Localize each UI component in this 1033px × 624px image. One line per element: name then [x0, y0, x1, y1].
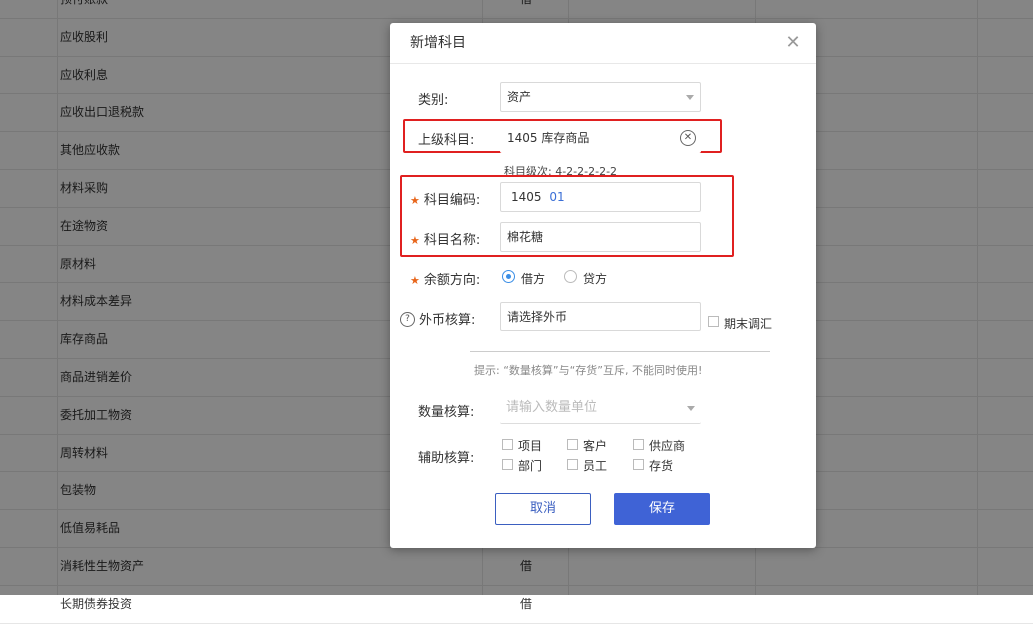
aux-project-checkbox[interactable] — [502, 439, 513, 450]
code-suffix: 01 — [549, 190, 565, 204]
code-label: ★ 科目编码: — [410, 193, 481, 208]
cancel-button[interactable]: 取消 — [495, 493, 591, 525]
quantity-label: 数量核算: — [418, 405, 475, 420]
divider — [470, 351, 770, 352]
parent-account-value: 1405 库存商品 — [507, 131, 590, 145]
period-end-checkbox[interactable] — [708, 316, 719, 327]
category-label: 类别: — [418, 93, 449, 108]
aux-customer-checkbox[interactable] — [567, 439, 578, 450]
radio-debit-label: 借方 — [521, 272, 546, 286]
aux-employee-label: 员工 — [583, 459, 608, 473]
aux-supplier-checkbox[interactable] — [633, 439, 644, 450]
name-label: ★ 科目名称: — [410, 233, 481, 248]
aux-project-label: 项目 — [518, 439, 543, 453]
exclusive-hint: 提示: “数量核算”与“存货”互斥, 不能同时使用! — [474, 364, 703, 377]
category-select[interactable]: 资产 — [500, 82, 701, 112]
currency-select[interactable]: 请选择外币 — [500, 302, 701, 331]
required-star-icon: ★ — [410, 274, 420, 287]
close-icon[interactable]: ✕ — [784, 34, 802, 52]
aux-department-label: 部门 — [518, 459, 543, 473]
category-value: 资产 — [507, 90, 532, 104]
aux-inventory-label: 存货 — [649, 459, 674, 473]
chevron-down-icon — [686, 95, 694, 100]
radio-credit[interactable] — [564, 270, 577, 283]
aux-employee-checkbox[interactable] — [567, 459, 578, 470]
parent-account-label: 上级科目: — [418, 133, 475, 148]
parent-account-field[interactable]: 1405 库存商品 ✕ — [500, 123, 701, 153]
radio-credit-label: 贷方 — [583, 272, 608, 286]
save-button[interactable]: 保存 — [614, 493, 710, 525]
required-star-icon: ★ — [410, 194, 420, 207]
name-field[interactable]: 棉花糖 — [500, 222, 701, 252]
code-prefix: 1405 — [511, 190, 542, 204]
new-account-dialog: 新增科目 ✕ 类别: 资产 上级科目: 1405 库存商品 ✕ 科目级次: 4-… — [390, 23, 816, 548]
code-field[interactable]: 1405 01 — [500, 182, 701, 212]
help-icon[interactable]: ? — [400, 312, 415, 327]
currency-placeholder: 请选择外币 — [507, 310, 568, 324]
quantity-select[interactable]: 请输入数量单位 — [500, 394, 701, 424]
aux-label: 辅助核算: — [418, 451, 475, 466]
clear-icon[interactable]: ✕ — [680, 130, 696, 146]
dialog-title: 新增科目 — [410, 35, 466, 51]
currency-label: 外币核算: — [419, 313, 476, 328]
balance-label: ★ 余额方向: — [410, 273, 481, 288]
name-value: 棉花糖 — [507, 230, 544, 244]
aux-inventory-checkbox[interactable] — [633, 459, 644, 470]
aux-customer-label: 客户 — [583, 439, 608, 453]
quantity-placeholder: 请输入数量单位 — [506, 400, 598, 415]
dialog-header: 新增科目 ✕ — [390, 23, 816, 64]
radio-debit[interactable] — [502, 270, 515, 283]
chevron-down-icon — [687, 406, 695, 411]
required-star-icon: ★ — [410, 234, 420, 247]
period-end-label: 期末调汇 — [724, 317, 773, 331]
aux-supplier-label: 供应商 — [649, 439, 686, 453]
aux-department-checkbox[interactable] — [502, 459, 513, 470]
